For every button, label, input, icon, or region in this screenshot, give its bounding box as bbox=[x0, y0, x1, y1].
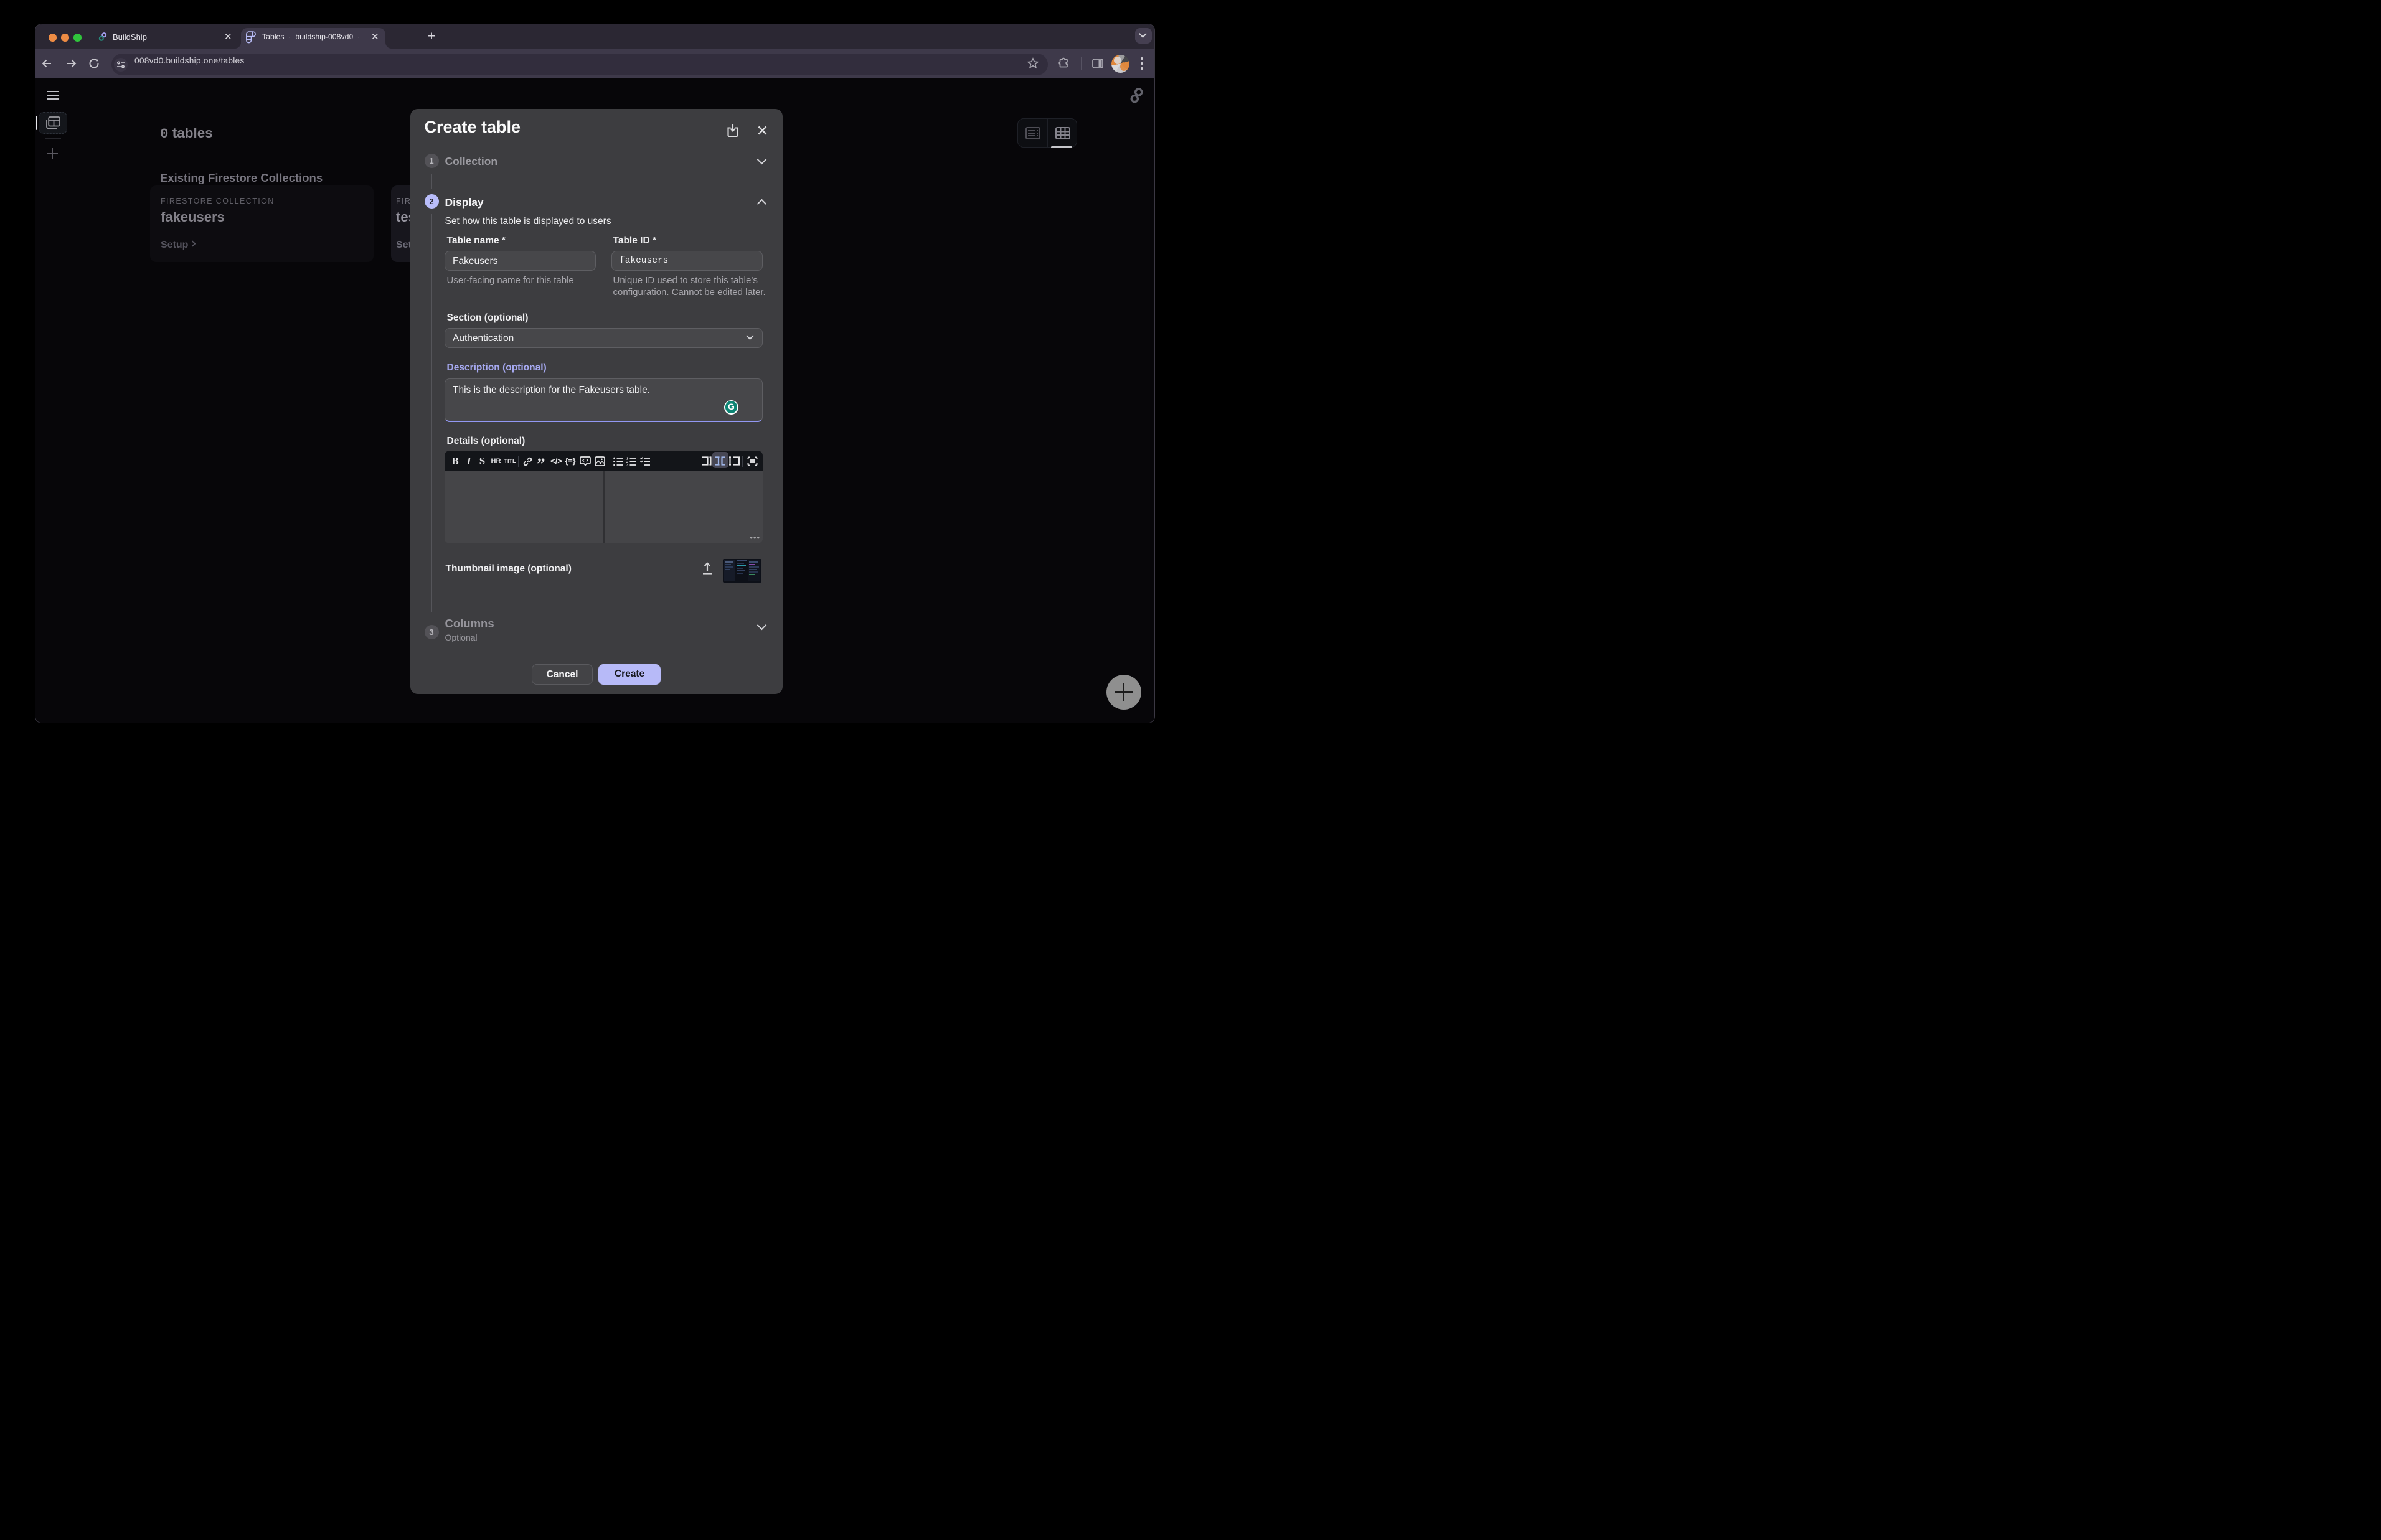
svg-text:3: 3 bbox=[626, 464, 628, 466]
